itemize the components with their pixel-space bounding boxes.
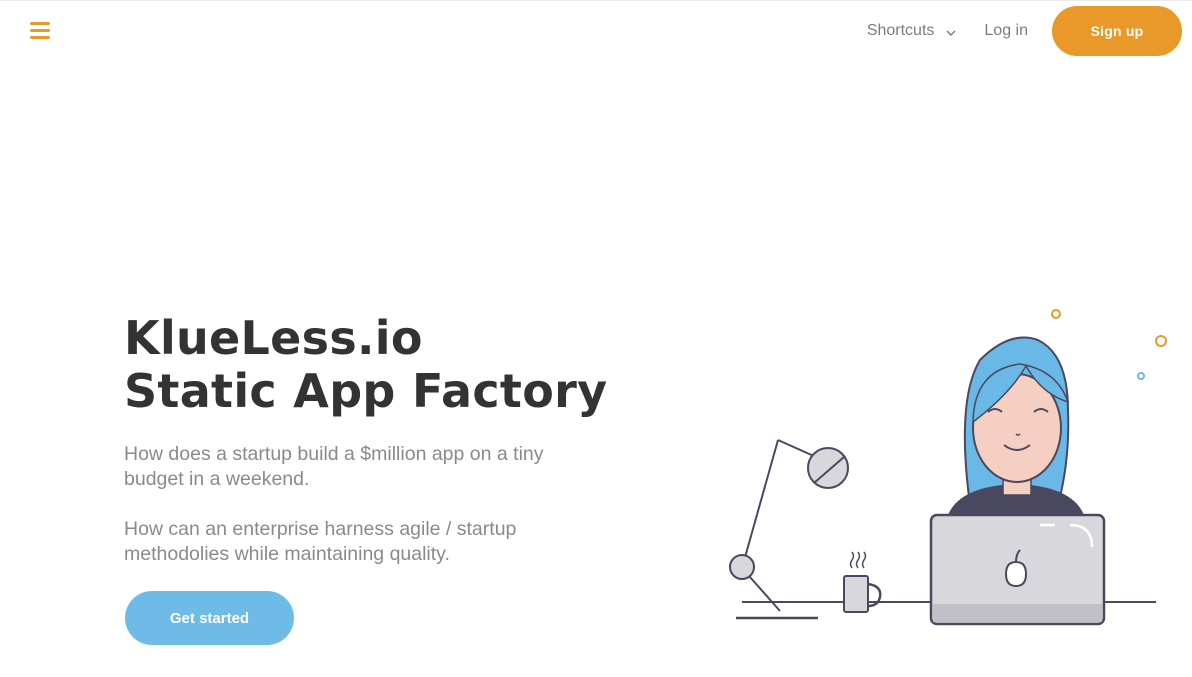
person (948, 336, 1084, 515)
shortcuts-label: Shortcuts (866, 22, 935, 39)
shortcuts-dropdown[interactable]: Shortcuts (867, 20, 957, 42)
decorative-circles (1051, 309, 1167, 380)
hero-title-line1: KlueLess.io (124, 311, 423, 365)
chevron-down-icon (946, 24, 956, 42)
signup-button[interactable]: Sign up (1052, 6, 1182, 56)
desk-lamp (729, 439, 849, 620)
top-nav: Shortcuts Log in Sign up (867, 0, 1182, 62)
hero-illustration (729, 309, 1167, 626)
get-started-button[interactable]: Get started (125, 591, 294, 645)
hero-title-line2: Static App Factory (124, 364, 608, 418)
hamburger-menu-icon[interactable] (30, 22, 50, 40)
login-link[interactable]: Log in (984, 22, 1028, 40)
hero-paragraph-2: How can an enterprise harness agile / st… (124, 518, 517, 565)
hero-title: KlueLess.io Static App Factory (124, 312, 607, 418)
hero-paragraph-1: How does a startup build a $million app … (124, 443, 544, 490)
